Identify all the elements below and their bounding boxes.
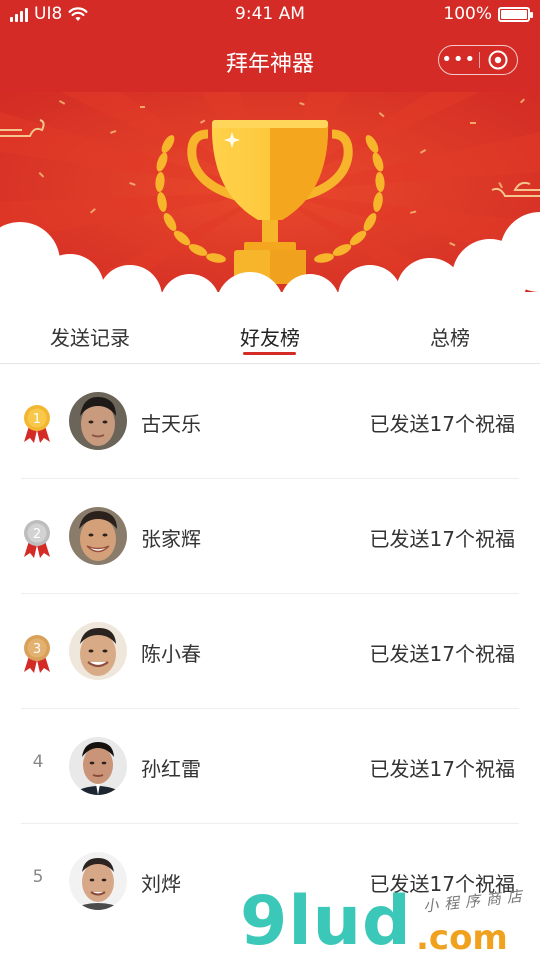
list-item[interactable]: 4 孙红雷 已发送17个祝福	[0, 709, 540, 824]
list-item[interactable]: 3 陈小春 已发送17个祝福	[0, 594, 540, 709]
friend-name: 孙红雷	[141, 757, 201, 781]
ranking-list: 1 古天乐 已发送17个祝福 2 张家辉 已发送17个祝福 3 陈小春 已发送1…	[0, 364, 540, 939]
more-dots-icon[interactable]: •••	[439, 46, 479, 74]
watermark-subtitle: 小程序商店	[422, 886, 529, 916]
gold-medal-icon: 1	[24, 405, 50, 443]
mini-program-capsule: •••	[438, 45, 518, 75]
battery-icon	[498, 6, 533, 22]
ranking-tabs: 发送记录 好友榜 总榜	[0, 302, 540, 364]
site-watermark: 9lud .com 小程序商店	[240, 882, 540, 961]
tab-friends-ranking[interactable]: 好友榜	[180, 322, 360, 351]
medal-rank-number: 2	[33, 527, 41, 542]
sent-count: 已发送17个祝福	[369, 527, 515, 551]
battery-percent: 100%	[443, 4, 492, 24]
target-close-icon[interactable]	[479, 49, 517, 71]
friend-name: 张家辉	[141, 527, 201, 551]
active-tab-indicator	[243, 352, 296, 355]
avatar	[69, 622, 127, 680]
sent-count: 已发送17个祝福	[369, 642, 515, 666]
rank-number: 4	[32, 752, 44, 772]
status-right: 100%	[443, 4, 533, 24]
sent-count: 已发送17个祝福	[369, 412, 515, 436]
avatar	[69, 392, 127, 450]
friend-name: 古天乐	[141, 412, 201, 436]
sent-count: 已发送17个祝福	[369, 757, 515, 781]
avatar	[69, 507, 127, 565]
rank-number: 5	[32, 867, 44, 887]
status-bar: UI8 9:41 AM 100%	[0, 0, 540, 28]
tab-overall-ranking[interactable]: 总榜	[360, 322, 540, 351]
watermark-tld: .com	[416, 918, 508, 958]
medal-rank-number: 1	[33, 412, 41, 427]
silver-medal-icon: 2	[24, 520, 50, 558]
tab-send-records[interactable]: 发送记录	[0, 322, 180, 351]
friend-name: 刘烨	[141, 872, 181, 896]
watermark-brand: 9lud	[240, 882, 412, 961]
friend-name: 陈小春	[141, 642, 201, 666]
medal-rank-number: 3	[33, 642, 41, 657]
avatar	[69, 737, 127, 795]
list-item[interactable]: 2 张家辉 已发送17个祝福	[0, 479, 540, 594]
trophy-banner	[0, 92, 540, 302]
nav-bar: 拜年神器 •••	[0, 28, 540, 92]
avatar	[69, 852, 127, 910]
bronze-medal-icon: 3	[24, 635, 50, 673]
list-item[interactable]: 1 古天乐 已发送17个祝福	[0, 364, 540, 479]
